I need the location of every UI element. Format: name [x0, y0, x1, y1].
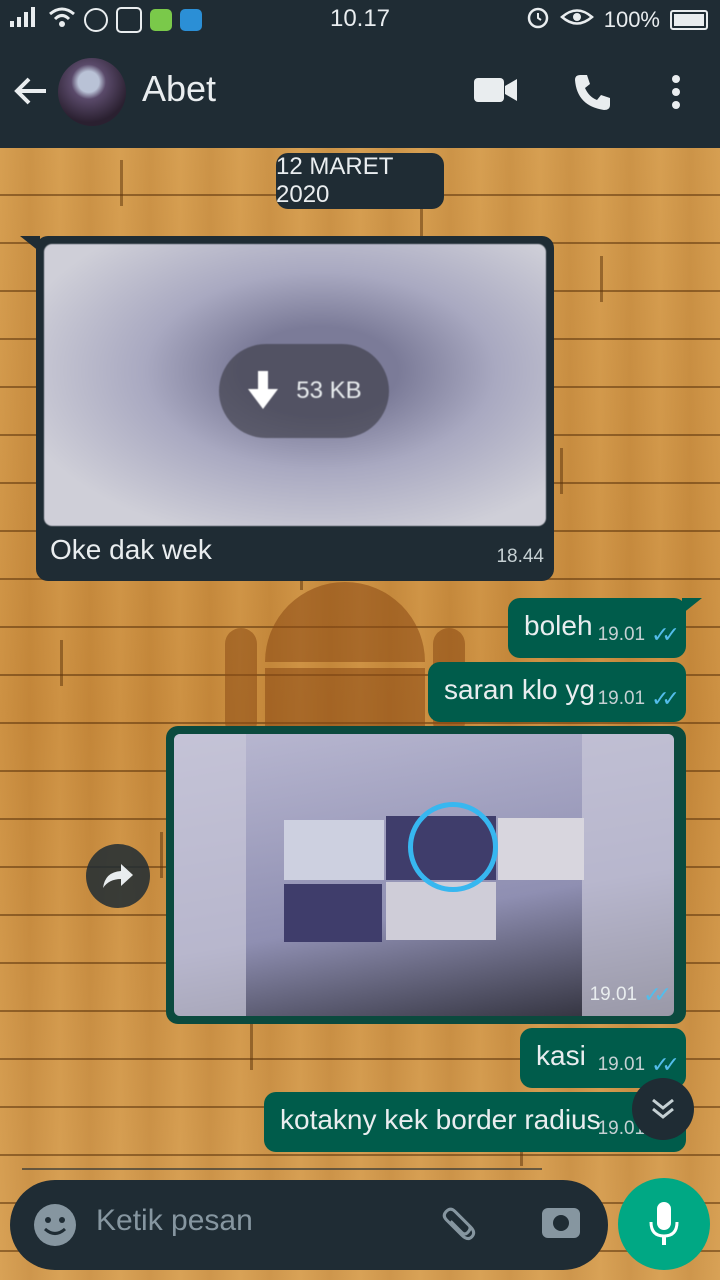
date-chip: 12 MARET 2020: [276, 153, 444, 209]
message-text: kasi: [536, 1040, 586, 1071]
incoming-image-message[interactable]: 53 KB Oke dak wek 18.44: [20, 236, 554, 581]
time-label: 19.01: [597, 688, 646, 709]
scroll-to-bottom-button[interactable]: [632, 1078, 694, 1140]
outgoing-message[interactable]: boleh 19.01 ✓✓: [508, 598, 702, 658]
time-label: 18.44: [496, 546, 544, 567]
sent-photo[interactable]: [174, 734, 674, 1016]
chat-header: Abet: [0, 36, 720, 148]
camera-icon[interactable]: [542, 1208, 580, 1238]
mic-button[interactable]: [618, 1178, 710, 1270]
time-label: 19.01: [597, 1054, 646, 1075]
more-vert-icon[interactable]: [670, 74, 682, 115]
message-meta: 19.01 ✓✓: [597, 1052, 680, 1078]
message-text: kotakny kek border radius: [280, 1104, 601, 1135]
forward-icon: [103, 864, 133, 888]
forward-button[interactable]: [86, 844, 150, 908]
double-check-icon: ✓✓: [651, 1052, 680, 1077]
arrow-left-icon[interactable]: [14, 76, 48, 108]
double-check-icon: ✓✓: [651, 686, 680, 711]
message-time: 18.44: [496, 546, 544, 568]
outgoing-message[interactable]: kotakny kek border radius 19.01 ✓✓: [264, 1092, 686, 1152]
message-text: boleh: [524, 610, 593, 641]
message-input[interactable]: Ketik pesan: [96, 1204, 253, 1238]
mic-icon: [649, 1202, 679, 1245]
bubble-tail: [682, 598, 702, 614]
alarm-icon: [526, 5, 550, 35]
battery-percent: 100%: [603, 7, 660, 32]
status-bar: 10.17 100%: [0, 0, 720, 36]
download-button[interactable]: 53 KB: [219, 344, 389, 438]
video-camera-icon[interactable]: [474, 74, 518, 111]
double-check-icon: ✓✓: [643, 982, 672, 1007]
time-label: 19.01: [597, 624, 646, 645]
phone-icon[interactable]: [572, 72, 612, 117]
double-check-icon: ✓✓: [651, 622, 680, 647]
avatar[interactable]: [58, 58, 126, 126]
bubble-tail: [20, 236, 40, 252]
battery-icon: [670, 10, 708, 30]
message-meta: 19.01 ✓✓: [589, 982, 672, 1008]
message-input-bar: Ketik pesan: [10, 1180, 608, 1270]
eye-icon: [559, 6, 594, 34]
download-icon: [248, 371, 279, 409]
message-meta: 19.01 ✓✓: [597, 622, 680, 648]
attachment-icon[interactable]: [438, 1201, 488, 1251]
message-text: saran klo yg: [444, 674, 595, 705]
message-meta: 19.01 ✓✓: [597, 686, 680, 712]
outgoing-message[interactable]: saran klo yg 19.01 ✓✓: [428, 662, 686, 722]
double-chevron-down-icon: [652, 1098, 674, 1119]
emoji-icon[interactable]: [34, 1204, 76, 1246]
blurred-image-preview[interactable]: 53 KB: [44, 244, 546, 526]
image-caption: Oke dak wek: [50, 534, 212, 565]
contact-name[interactable]: Abet: [142, 68, 216, 110]
divider: [22, 1168, 542, 1170]
download-size: 53 KB: [296, 377, 362, 404]
time-label: 19.01: [589, 984, 638, 1005]
annotation-circle: [408, 802, 498, 892]
outgoing-image-message[interactable]: 19.01 ✓✓: [166, 726, 686, 1024]
